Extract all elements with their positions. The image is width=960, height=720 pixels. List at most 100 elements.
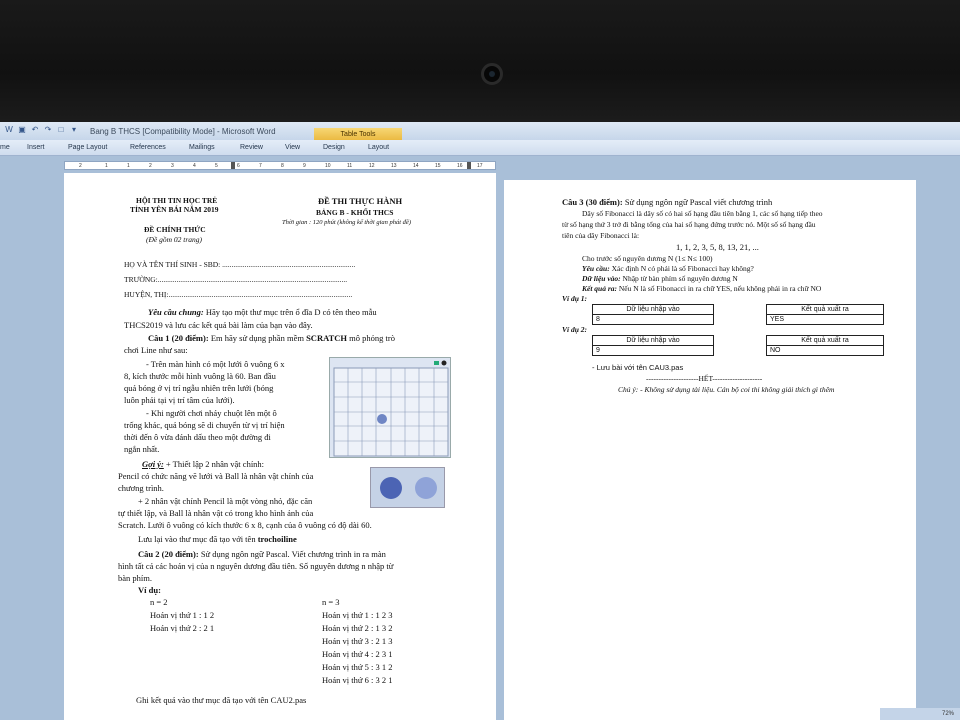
q1-software: SCRATCH (306, 333, 348, 343)
perm-row: Hoán vị thứ 2 : 2 1 (150, 623, 215, 633)
requirement-text: Xác định N có phải là số Fibonacci hay k… (609, 264, 754, 273)
hint-text: + Thiết lập 2 nhân vật chính: (163, 459, 265, 469)
example-2-input-value: 9 (592, 345, 714, 356)
ruler-tick: 12 (369, 163, 375, 169)
output-text: Nếu N là số Fibonacci in ra chữ YES, nếu… (617, 284, 822, 293)
q3-label: Câu 3 (30 điểm): (562, 197, 623, 207)
q2-text-3: bàn phím. (118, 573, 152, 583)
sprites-image (370, 467, 445, 508)
general-req-label: Yêu cầu chung: (148, 307, 204, 317)
requirement-label: Yêu cầu: (582, 264, 610, 273)
window-title: Bang B THCS [Compatibility Mode] - Micro… (90, 127, 276, 136)
q1-line: luôn phải tại vị trí tâm của lưới). (124, 395, 235, 405)
ruler-tick: 8 (281, 163, 284, 169)
title-bar: W ▣ ↶ ↷ □ ▾ Bang B THCS [Compatibility M… (0, 122, 960, 140)
example-2-output-value: NO (766, 345, 884, 356)
tab-home[interactable]: me (0, 144, 10, 151)
perm-row: Hoán vị thứ 3 : 2 1 3 (322, 636, 393, 646)
example-n2: n = 2 (150, 597, 168, 607)
example-label: Ví dụ: (138, 585, 161, 595)
ruler-tick: 9 (303, 163, 306, 169)
grid-drawing (333, 360, 449, 457)
school-field: TRƯỜNG:.................................… (124, 275, 348, 284)
scratch-grid-image (329, 357, 451, 458)
tab-view[interactable]: View (285, 144, 300, 151)
undo-icon[interactable]: ↶ (30, 125, 40, 135)
quick-access-toolbar: W ▣ ↶ ↷ □ ▾ (4, 125, 79, 135)
tab-references[interactable]: References (130, 144, 166, 151)
new-doc-icon[interactable]: □ (56, 125, 66, 135)
redo-icon[interactable]: ↷ (43, 125, 53, 135)
right-indent-marker[interactable] (467, 162, 471, 169)
ruler-tick: 3 (171, 163, 174, 169)
end-marker: ---------------------HẾT----------------… (646, 374, 763, 383)
save-icon[interactable]: ▣ (17, 125, 27, 135)
hint-line: Pencil có chức năng vẽ lưới và Ball là n… (118, 471, 314, 481)
perm-row: Hoán vị thứ 4 : 2 3 1 (322, 649, 393, 659)
district-field: HUYỆN, THỊ:.............................… (124, 290, 353, 299)
ruler-tick: 16 (457, 163, 463, 169)
fibonacci-sequence: 1, 1, 2, 3, 5, 8, 13, 21, ... (676, 242, 759, 252)
ruler-tick: 2 (149, 163, 152, 169)
tab-page-layout[interactable]: Page Layout (68, 144, 107, 151)
example-2-label: Ví dụ 2: (562, 325, 588, 334)
ruler-tick: 10 (325, 163, 331, 169)
hint-label: Gợi ý: (142, 459, 164, 469)
ruler-tick: 1 (127, 163, 130, 169)
hint-line: chương trình. (118, 483, 164, 493)
q3-desc: tiên của dãy Fibonacci là: (562, 231, 640, 240)
page-count: (Đề gồm 02 trang) (146, 235, 203, 244)
q3-text: Sử dụng ngôn ngữ Pascal viết chương trìn… (622, 197, 773, 207)
tab-design[interactable]: Design (323, 144, 345, 151)
example-1-output-value: YES (766, 314, 884, 325)
q1-line: ngắn nhất. (124, 444, 160, 454)
q1-label: Câu 1 (20 điểm): (148, 333, 209, 343)
q2-text-2: hình tất cả các hoán vị của n nguyên dươ… (118, 561, 394, 571)
q1-text-2: chơi Line như sau: (124, 345, 188, 355)
tab-layout[interactable]: Layout (368, 144, 389, 151)
exam-time: Thời gian : 120 phút (không kể thời gian… (282, 219, 411, 226)
perm-row: Hoán vị thứ 1 : 1 2 3 (322, 610, 393, 620)
tab-review[interactable]: Review (240, 144, 263, 151)
save-q2-text: Ghi kết quả vào thư mục đã tạo với tên C… (136, 695, 307, 705)
zoom-level[interactable]: 72% (880, 708, 960, 720)
ruler-tick: 5 (215, 163, 218, 169)
hint-line: Scratch. Lưới ô vuông có kích thước 6 x … (118, 520, 372, 530)
exam-title: ĐỀ THI THỰC HÀNH (318, 196, 403, 206)
general-req-text-2: THCS2019 và lưu các kết quả bài làm của … (124, 320, 313, 330)
document-page-1[interactable]: HỘI THI TIN HỌC TRẺ TỈNH YÊN BÁI NĂM 201… (64, 173, 496, 720)
org-province: TỈNH YÊN BÁI NĂM 2019 (130, 205, 219, 214)
q3-desc: từ số hạng thứ 3 trở đi bằng tổng của ha… (562, 220, 816, 229)
save-q1-name: trochoiline (257, 534, 297, 544)
ruler-tick: 4 (193, 163, 196, 169)
q1-line: trống khác, quả bóng sẽ di chuyển từ vị … (124, 420, 285, 430)
q2-text: Sử dụng ngôn ngữ Pascal. Viết chương trì… (198, 549, 386, 559)
customize-qat-icon[interactable]: ▾ (69, 125, 79, 135)
perm-row: Hoán vị thứ 2 : 1 3 2 (322, 623, 393, 633)
perm-row: Hoán vị thứ 6 : 3 2 1 (322, 675, 393, 685)
student-name-field: HỌ VÀ TÊN THÍ SINH - SBD: ..............… (124, 260, 356, 269)
output-label: Kết quả ra: (582, 284, 618, 293)
perm-row: Hoán vị thứ 1 : 1 2 (150, 610, 215, 620)
general-req-text: Hãy tạo một thư mục trên ổ đĩa D có tên … (203, 307, 377, 317)
hint-line: + 2 nhân vật chính Pencil là một vòng nh… (138, 496, 313, 506)
tab-mailings[interactable]: Mailings (189, 144, 215, 151)
ruler-tick: 7 (259, 163, 262, 169)
q1-line: thời đến ô vừa đánh dấu theo một đường đ… (124, 432, 271, 442)
q2-label: Câu 2 (20 điểm): (138, 549, 199, 559)
sprites-drawing (380, 477, 437, 499)
example-1-input-value: 8 (592, 314, 714, 325)
webcam (481, 63, 503, 85)
ruler-tick: 14 (413, 163, 419, 169)
ruler-tick: 1 (105, 163, 108, 169)
word-logo-icon[interactable]: W (4, 125, 14, 135)
example-1-label: Ví dụ 1: (562, 294, 588, 303)
indent-marker[interactable] (231, 162, 235, 169)
word-window: W ▣ ↶ ↷ □ ▾ Bang B THCS [Compatibility M… (0, 122, 960, 720)
perm-row: Hoán vị thứ 5 : 3 1 2 (322, 662, 393, 672)
document-page-2[interactable]: Câu 3 (30 điểm): Sử dụng ngôn ngữ Pascal… (504, 180, 916, 720)
ruler-tick: 15 (435, 163, 441, 169)
q1-text: Em hãy sử dụng phần mềm (208, 333, 307, 343)
tab-insert[interactable]: Insert (27, 144, 45, 151)
horizontal-ruler[interactable]: 2 1 1 2 3 4 5 6 7 8 9 10 11 12 13 14 15 … (64, 161, 496, 170)
